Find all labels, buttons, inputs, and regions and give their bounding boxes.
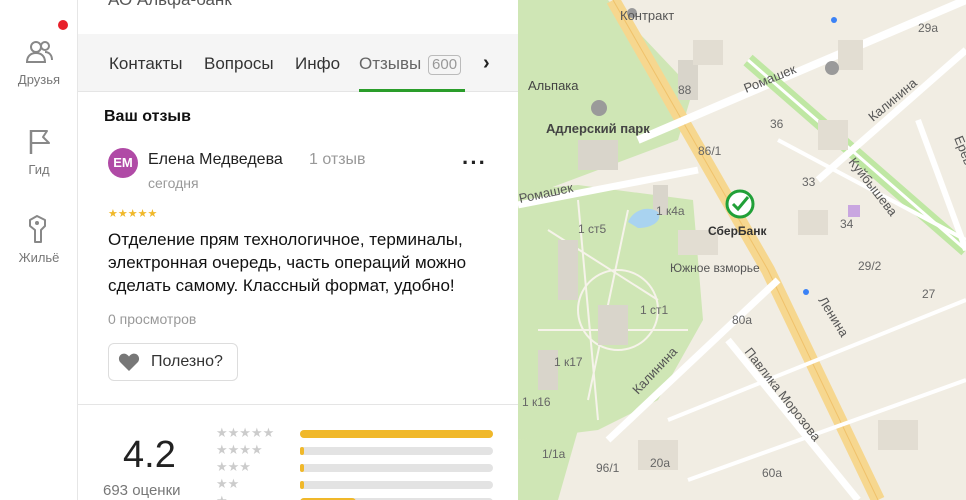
map-house-number: 20а [650, 456, 670, 470]
map-label-kontrakt: Контракт [620, 8, 674, 23]
rating-row-bar [300, 481, 493, 489]
map-house-number: 27 [922, 287, 936, 301]
rating-row-fill [300, 447, 304, 455]
heart-icon [118, 353, 140, 371]
tab-reviews-label: Отзывы [359, 54, 422, 73]
rail-label-housing: Жильё [18, 250, 60, 265]
left-rail: Друзья Гид Жильё [0, 0, 78, 500]
review-author[interactable]: Елена Медведева [148, 151, 283, 169]
useful-button[interactable]: Полезно? [108, 343, 238, 381]
flag-icon [29, 130, 50, 154]
rating-row-bar [300, 430, 493, 438]
map-canvas[interactable]: Контракт Адлерский парк Альпака Ромашек … [518, 0, 966, 500]
rail-item-guide[interactable]: Гид [0, 126, 78, 177]
map-house-number: 29/2 [858, 259, 882, 273]
tab-reviews[interactable]: Отзывы 600 [359, 54, 462, 75]
tab-contacts[interactable]: Контакты [109, 54, 182, 74]
notification-dot [58, 20, 68, 30]
rail-item-friends[interactable]: Друзья [0, 36, 78, 87]
author-review-count: 1 отзыв [309, 151, 366, 168]
your-review-title: Ваш отзыв [104, 108, 191, 125]
map-house-number: 1 к16 [522, 395, 551, 409]
rail-item-housing[interactable]: Жильё [0, 214, 78, 265]
rating-row-stars: ★★★★★ [216, 425, 275, 440]
map-house-number: 88 [678, 83, 692, 97]
map-house-number: 96/1 [596, 461, 620, 475]
section-divider [78, 404, 518, 405]
map-label-alpaka: Альпака [528, 78, 579, 93]
tab-reviews-count: 600 [428, 55, 462, 75]
map-label-yuzhnoe: Южное взморье [670, 261, 760, 275]
housing-icon [29, 215, 46, 243]
avatar[interactable]: ЕМ [108, 148, 138, 178]
rating-count: 693 оценки [103, 482, 181, 499]
review-text: Отделение прям технологичное, терминалы,… [108, 230, 467, 295]
more-options-icon[interactable]: ··· [462, 150, 487, 176]
tab-info[interactable]: Инфо [295, 54, 340, 74]
map-house-number: 34 [840, 217, 854, 231]
active-tab-indicator [359, 89, 465, 92]
map-house-number: 36 [770, 117, 784, 131]
rating-row-stars: ★★ [216, 476, 240, 491]
rating-row-fill [300, 481, 304, 489]
rating-row-fill [300, 430, 493, 438]
map-house-number: 1 ст1 [640, 303, 669, 317]
map-label-sberbank[interactable]: СберБанк [708, 224, 767, 238]
rating-row-fill [300, 464, 304, 472]
tab-bar: Контакты Вопросы Инфо Отзывы 600 › [78, 34, 518, 92]
rating-row-stars: ★ [216, 493, 228, 500]
sberbank-marker-icon[interactable] [725, 189, 755, 219]
map-house-number: 33 [802, 175, 816, 189]
map-label-adler-park: Адлерский парк [546, 121, 650, 136]
rail-label-guide: Гид [28, 162, 50, 177]
rating-value: 4.2 [123, 434, 176, 476]
useful-button-label: Полезно? [151, 353, 223, 370]
transit-stop-icon[interactable] [803, 289, 809, 295]
map-house-number: 80а [732, 313, 752, 327]
review-date: сегодня [148, 175, 199, 191]
map-house-number: 1 ст5 [578, 222, 607, 236]
friends-icon [25, 41, 53, 63]
park-marker-icon[interactable] [591, 100, 607, 116]
rail-label-friends: Друзья [17, 72, 61, 87]
review-stars: ★★★★★ [108, 208, 158, 220]
map-house-number: 29а [918, 21, 938, 35]
tab-questions[interactable]: Вопросы [204, 54, 274, 74]
rating-row-bar [300, 447, 493, 455]
review-views: 0 просмотров [108, 311, 197, 327]
transit-stop-icon[interactable] [831, 17, 837, 23]
rating-row-bar [300, 464, 493, 472]
map[interactable]: Контракт Адлерский парк Альпака Ромашек … [518, 0, 966, 500]
map-house-number: 1 к17 [554, 355, 583, 369]
chevron-right-icon[interactable]: › [483, 52, 490, 75]
map-house-number: 86/1 [698, 144, 722, 158]
rating-row-stars: ★★★★ [216, 442, 263, 457]
poi-marker-icon[interactable] [848, 205, 860, 217]
organization-name: АО Альфа-банк [108, 0, 232, 10]
map-house-number: 60а [762, 466, 782, 480]
map-house-number: 1/1а [542, 447, 566, 461]
rating-row-stars: ★★★ [216, 459, 251, 474]
map-house-number: 1 к4а [656, 204, 685, 218]
organization-panel: АО Альфа-банк Контакты Вопросы Инфо Отзы… [78, 0, 518, 500]
poi-marker-icon[interactable] [825, 61, 839, 75]
